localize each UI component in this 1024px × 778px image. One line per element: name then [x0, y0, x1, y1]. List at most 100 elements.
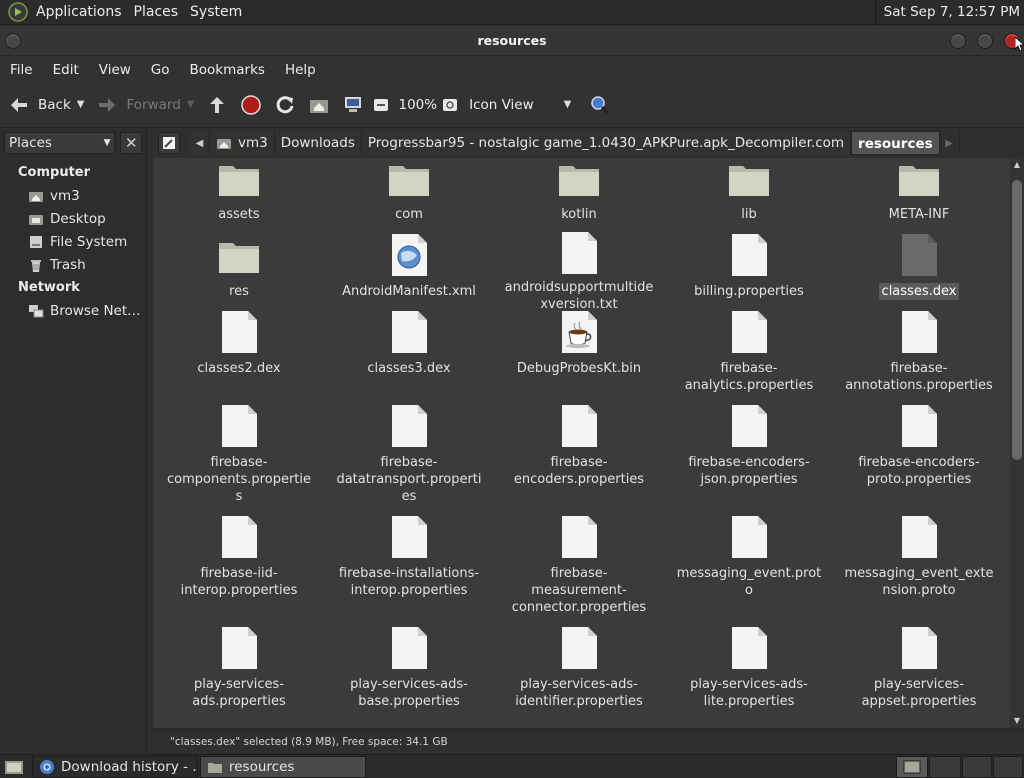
file-item[interactable]: messaging_event_extension.proto — [834, 509, 1004, 620]
drive-icon — [30, 235, 42, 248]
pencil-note-icon — [163, 137, 175, 149]
crumb-label: vm3 — [238, 135, 268, 151]
sidebar-item-file-system[interactable]: File System — [0, 230, 146, 253]
file-item[interactable]: classes.dex — [834, 227, 1004, 304]
menubar: File Edit View Go Bookmarks Help — [0, 57, 1024, 82]
file-item[interactable]: firebase-measurement-connector.propertie… — [494, 509, 664, 620]
file-item[interactable]: assets — [154, 158, 324, 227]
minimize-button[interactable] — [950, 33, 966, 49]
file-name: classes3.dex — [367, 361, 451, 376]
file-item[interactable]: META-INF — [834, 158, 1004, 227]
menu-help[interactable]: Help — [275, 62, 326, 78]
menu-edit[interactable]: Edit — [43, 62, 89, 78]
file-icon-view[interactable]: assets com kotlin lib META-INF res AndroidMani… — [154, 158, 1010, 728]
view-mode-label: Icon View — [469, 96, 534, 113]
reload-button[interactable] — [268, 87, 302, 123]
crumb-decompiled-folder[interactable]: Progressbar95 - nostalgic game_1.0430_AP… — [361, 131, 852, 155]
file-item[interactable]: firebase-annotations.properties — [834, 304, 1004, 398]
clock[interactable]: Sat Sep 7, 12:57 PM — [874, 0, 1020, 25]
forward-button[interactable]: Forward ▼ — [90, 87, 200, 123]
desktop-folder-icon — [29, 214, 43, 225]
home-button[interactable] — [302, 87, 336, 123]
status-bar: "classes.dex" selected (8.9 MB), Free sp… — [154, 729, 1024, 753]
up-button[interactable] — [200, 87, 234, 123]
sidebar-item-desktop[interactable]: Desktop — [0, 207, 146, 230]
taskbar-item-label: Download history - … — [61, 758, 198, 775]
menu-go[interactable]: Go — [141, 62, 180, 78]
taskbar-item-resources[interactable]: resources — [200, 755, 366, 778]
crumb-scroll-right[interactable]: ▶ — [939, 131, 960, 155]
document-file-icon — [385, 513, 433, 561]
back-button[interactable]: Back ▼ — [0, 87, 90, 123]
file-item[interactable]: firebase-encoders.properties — [494, 398, 664, 509]
file-item[interactable]: firebase-encoders-json.properties — [664, 398, 834, 509]
file-item[interactable]: kotlin — [494, 158, 664, 227]
file-item[interactable]: firebase-installations-interop.propertie… — [324, 509, 494, 620]
file-item[interactable]: firebase-encoders-proto.properties — [834, 398, 1004, 509]
file-item[interactable]: res — [154, 227, 324, 304]
applications-menu[interactable]: Applications — [32, 4, 130, 20]
taskbar-item-download-history[interactable]: Download history - … — [32, 755, 198, 778]
crumb-downloads[interactable]: Downloads — [274, 131, 362, 155]
vertical-scrollbar[interactable]: ▲ ▼ — [1010, 158, 1024, 728]
sidebar-close-button[interactable]: ✕ — [120, 132, 142, 154]
sidebar-item-trash[interactable]: Trash — [0, 253, 146, 276]
file-item[interactable]: play-services-ads-lite.properties — [664, 620, 834, 714]
crumb-vm3[interactable]: vm3 — [210, 131, 275, 155]
document-file-icon — [215, 624, 263, 672]
menu-bookmarks[interactable]: Bookmarks — [180, 62, 275, 78]
back-dropdown-icon[interactable]: ▼ — [77, 99, 85, 110]
file-item[interactable]: classes2.dex — [154, 304, 324, 398]
file-name: DebugProbesKt.bin — [516, 361, 642, 376]
scroll-down-icon[interactable]: ▼ — [1010, 714, 1024, 728]
file-item[interactable]: lib — [664, 158, 834, 227]
workspace-1[interactable] — [896, 756, 928, 778]
sidebar-item-vm3[interactable]: vm3 — [0, 184, 146, 207]
location-edit-toggle[interactable] — [158, 132, 180, 154]
file-item[interactable]: play-services-ads-base.properties — [324, 620, 494, 714]
chevron-left-icon: ◀ — [195, 137, 204, 149]
crumb-resources[interactable]: resources — [851, 131, 940, 155]
sidebar-header: Places ▼ ✕ — [0, 129, 146, 157]
menu-view[interactable]: View — [89, 62, 141, 78]
workspace-2[interactable] — [929, 756, 961, 778]
window-titlebar[interactable]: resources — [0, 26, 1024, 56]
file-item[interactable]: play-services-ads-identifier.properties — [494, 620, 664, 714]
crumb-scroll-left[interactable]: ◀ — [190, 131, 210, 155]
show-desktop-button[interactable] — [0, 756, 30, 778]
file-item[interactable]: androidsupportmultidexversion.txt — [494, 227, 664, 312]
system-menu[interactable]: System — [186, 4, 250, 20]
file-item[interactable]: firebase-components.properties — [154, 398, 324, 509]
scrollbar-thumb[interactable] — [1012, 180, 1022, 460]
zoom-out-button[interactable] — [370, 87, 392, 123]
file-item[interactable]: AndroidManifest.xml — [324, 227, 494, 304]
places-menu[interactable]: Places — [130, 4, 187, 20]
search-button[interactable] — [575, 87, 617, 123]
file-name: assets — [218, 207, 260, 222]
file-item[interactable]: billing.properties — [664, 227, 834, 304]
maximize-button[interactable] — [977, 33, 993, 49]
file-item[interactable]: messaging_event.proto — [664, 509, 834, 620]
zoom-in-button[interactable] — [437, 87, 463, 123]
stop-button[interactable] — [234, 87, 268, 123]
file-item[interactable]: firebase-iid-interop.properties — [154, 509, 324, 620]
file-item[interactable]: com — [324, 158, 494, 227]
sidebar-item-browse-network[interactable]: Browse Net… — [0, 299, 146, 322]
file-item[interactable]: classes3.dex — [324, 304, 494, 398]
workspace-4[interactable] — [993, 756, 1023, 778]
distro-logo-icon[interactable] — [8, 2, 28, 22]
home-folder-icon — [217, 139, 231, 149]
file-item[interactable]: DebugProbesKt.bin — [494, 304, 664, 398]
view-mode-select[interactable]: Icon View ▼ — [463, 87, 575, 123]
folder-icon — [555, 158, 603, 202]
file-item[interactable]: firebase-datatransport.properties — [324, 398, 494, 509]
workspace-3[interactable] — [962, 756, 992, 778]
menu-file[interactable]: File — [0, 62, 43, 78]
forward-dropdown-icon[interactable]: ▼ — [187, 99, 195, 110]
scroll-up-icon[interactable]: ▲ — [1010, 158, 1024, 172]
file-item[interactable]: play-services-ads.properties — [154, 620, 324, 714]
file-item[interactable]: play-services-appset.properties — [834, 620, 1004, 714]
computer-button[interactable] — [336, 87, 370, 123]
sidebar-pane-selector[interactable]: Places ▼ — [4, 132, 116, 154]
file-item[interactable]: firebase-analytics.properties — [664, 304, 834, 398]
